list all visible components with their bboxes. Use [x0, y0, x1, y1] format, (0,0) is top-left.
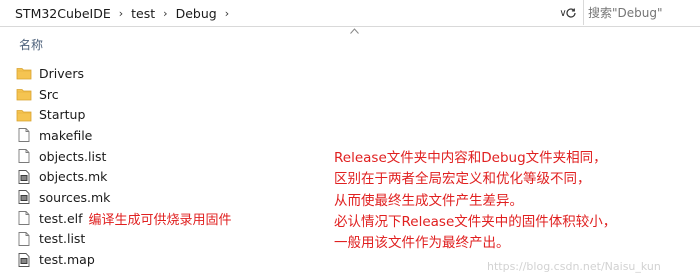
list-item[interactable]: objects.mk — [16, 166, 276, 187]
file-name: test.list — [39, 231, 86, 247]
file-name: sources.mk — [39, 189, 111, 205]
file-name: test.map — [39, 252, 95, 268]
folder-icon — [16, 107, 32, 123]
file-name: test.elf — [39, 210, 83, 226]
file-name: Startup — [39, 107, 86, 123]
annotation-line: 必认情况下Release文件夹中的固件体积较小， — [334, 213, 617, 230]
annotation-line: 从而使最终生成文件产生差异。 — [334, 192, 523, 209]
file-icon — [16, 210, 32, 226]
file-name: Src — [39, 86, 59, 102]
list-item[interactable]: test.elf 编译生成可供烧录用固件 — [16, 208, 276, 229]
list-item[interactable]: Drivers — [16, 63, 276, 84]
list-item[interactable]: sources.mk — [16, 187, 276, 208]
watermark: https://blog.csdn.net/Naisu_kun — [487, 260, 661, 273]
file-list: Drivers Src Startup makefile objects.lis… — [16, 63, 276, 270]
breadcrumb-stm32cubeide[interactable]: STM32CubeIDE — [12, 6, 114, 21]
file-name: objects.mk — [39, 169, 108, 185]
file-name: objects.list — [39, 148, 107, 164]
chevron-right-icon[interactable]: › — [114, 7, 128, 20]
annotation-line: 一般用该文件作为最终产出。 — [334, 235, 510, 252]
search-box[interactable] — [583, 0, 700, 25]
folder-icon — [16, 65, 32, 81]
list-item[interactable]: Src — [16, 84, 276, 105]
address-bar: STM32CubeIDE › test › Debug › ∨ — [0, 0, 700, 27]
file-name: Drivers — [39, 65, 84, 81]
mk-file-icon — [16, 169, 32, 185]
breadcrumb-debug[interactable]: Debug — [173, 6, 220, 21]
chevron-right-icon[interactable]: › — [220, 7, 234, 20]
list-item[interactable]: test.map — [16, 249, 276, 270]
mk-file-icon — [16, 189, 32, 205]
chevron-right-icon[interactable]: › — [158, 7, 172, 20]
list-item[interactable]: Startup — [16, 104, 276, 125]
mk-file-icon — [16, 252, 32, 268]
annotation-line: Release文件夹中内容和Debug文件夹相同， — [334, 150, 607, 166]
elf-annotation: 编译生成可供烧录用固件 — [88, 212, 232, 228]
file-icon — [16, 127, 32, 143]
column-header-name[interactable]: 名称 — [19, 36, 43, 53]
list-item[interactable]: objects.list — [16, 146, 276, 167]
breadcrumb: STM32CubeIDE › test › Debug › — [12, 0, 234, 26]
folder-icon — [16, 86, 32, 102]
search-input[interactable] — [584, 5, 688, 20]
file-icon — [16, 148, 32, 164]
annotation-line: 区别在于两者全局宏定义和优化等级不同， — [334, 171, 591, 188]
list-item[interactable]: makefile — [16, 125, 276, 146]
refresh-icon[interactable] — [561, 0, 581, 26]
list-item[interactable]: test.list — [16, 229, 276, 250]
file-name: makefile — [39, 127, 93, 143]
breadcrumb-test[interactable]: test — [128, 6, 158, 21]
annotation-text: Release文件夹中内容和Debug文件夹相同， 区别在于两者全局宏定义和优化… — [334, 148, 616, 254]
file-icon — [16, 231, 32, 247]
sort-up-icon — [348, 26, 360, 36]
